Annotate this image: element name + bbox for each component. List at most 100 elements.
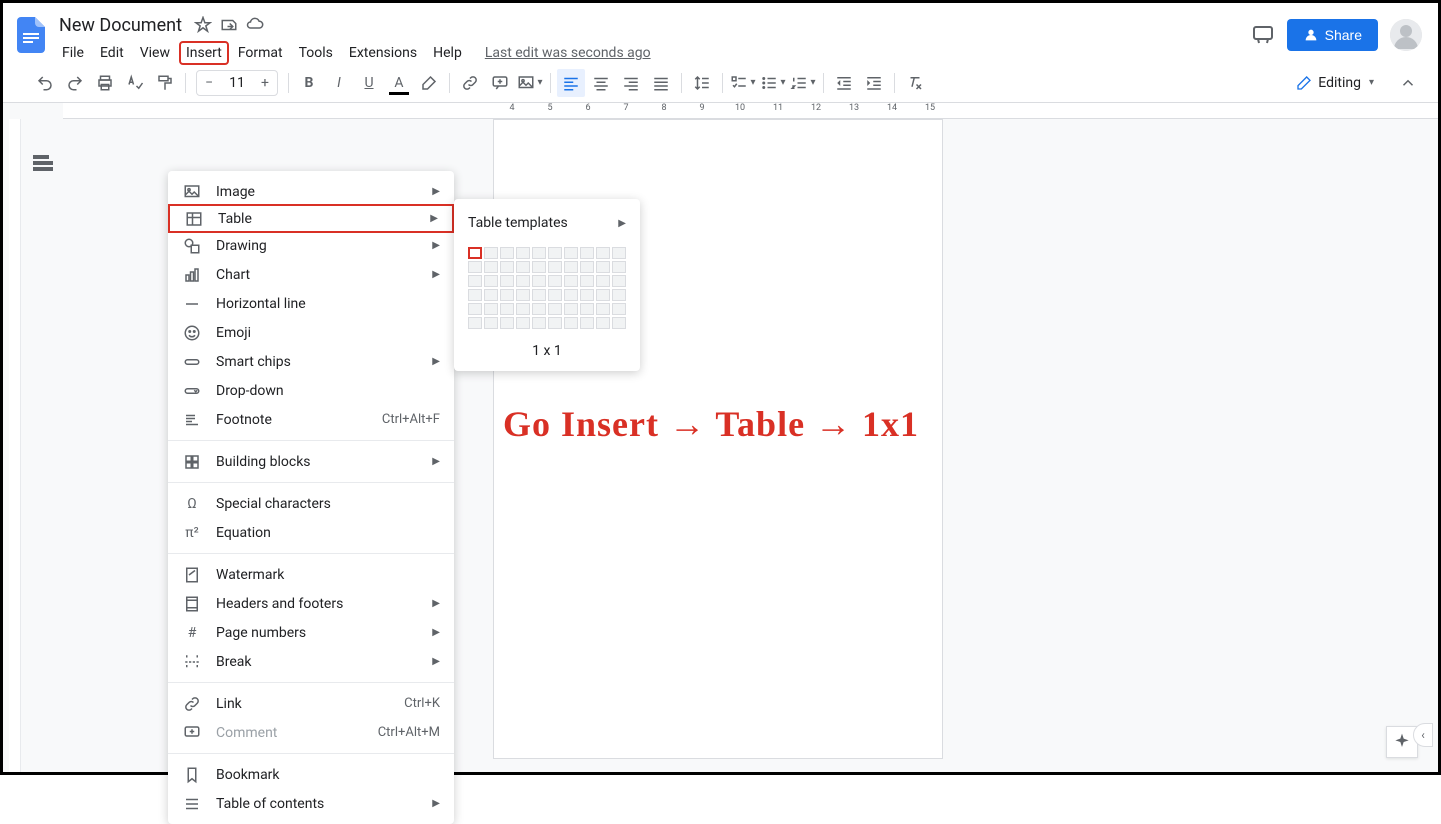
share-button[interactable]: Share [1287,19,1378,51]
table-grid-cell[interactable] [468,317,482,329]
table-grid-cell[interactable] [484,289,498,301]
table-grid-cell[interactable] [564,247,578,259]
italic-button[interactable]: I [325,69,353,97]
table-grid-cell[interactable] [500,303,514,315]
doc-title[interactable]: New Document [55,13,186,38]
menu-tools[interactable]: Tools [292,41,340,65]
checklist-button[interactable]: ▾ [729,69,757,97]
insert-comment-button[interactable] [486,69,514,97]
menu-watermark[interactable]: Watermark [168,560,454,589]
table-grid-cell[interactable] [612,289,626,301]
menu-view[interactable]: View [133,41,177,65]
table-grid-cell[interactable] [500,261,514,273]
table-grid-cell[interactable] [532,289,546,301]
table-grid-cell[interactable] [468,275,482,287]
table-grid-cell[interactable] [548,303,562,315]
bold-button[interactable]: B [295,69,323,97]
table-grid-cell[interactable] [564,317,578,329]
align-left-button[interactable] [557,69,585,97]
table-grid-cell[interactable] [516,247,530,259]
table-grid-cell[interactable] [612,261,626,273]
menu-insert[interactable]: Insert [179,41,229,65]
underline-button[interactable]: U [355,69,383,97]
bullet-list-button[interactable]: ▾ [759,69,787,97]
table-grid-cell[interactable] [500,275,514,287]
table-grid-cell[interactable] [612,303,626,315]
menu-drop-down[interactable]: Drop-down [168,376,454,405]
menu-image[interactable]: Image▶ [168,177,454,206]
table-grid-cell[interactable] [548,289,562,301]
table-grid-cell[interactable] [612,247,626,259]
menu-page-numbers[interactable]: #Page numbers▶ [168,618,454,647]
table-grid-cell[interactable] [596,303,610,315]
table-grid-cell[interactable] [532,275,546,287]
table-grid-cell[interactable] [484,261,498,273]
menu-edit[interactable]: Edit [93,41,131,65]
table-grid-cell[interactable] [564,261,578,273]
table-size-grid[interactable] [454,239,640,337]
table-grid-cell[interactable] [612,275,626,287]
align-right-button[interactable] [617,69,645,97]
menu-table-of-contents[interactable]: Table of contents▶ [168,789,454,818]
clear-formatting-button[interactable] [901,69,929,97]
cloud-status-icon[interactable] [246,16,264,34]
menu-headers-footers[interactable]: Headers and footers▶ [168,589,454,618]
menu-smart-chips[interactable]: Smart chips▶ [168,347,454,376]
side-panel-toggle[interactable]: ‹ [1413,723,1433,747]
text-color-button[interactable]: A [385,69,413,97]
table-grid-cell[interactable] [484,275,498,287]
table-grid-cell[interactable] [548,275,562,287]
table-grid-cell[interactable] [548,261,562,273]
table-grid-cell[interactable] [468,261,482,273]
menu-help[interactable]: Help [426,41,469,65]
menu-link[interactable]: LinkCtrl+K [168,689,454,718]
highlight-color-button[interactable] [415,69,443,97]
collapse-toolbar-button[interactable] [1394,69,1422,97]
table-grid-cell[interactable] [612,317,626,329]
table-grid-cell[interactable] [580,275,594,287]
table-grid-cell[interactable] [532,247,546,259]
table-grid-cell[interactable] [484,247,498,259]
redo-button[interactable] [61,69,89,97]
font-size-value[interactable]: 11 [221,75,253,91]
last-edit-link[interactable]: Last edit was seconds ago [485,41,651,65]
comment-history-icon[interactable] [1251,23,1275,47]
move-icon[interactable] [220,16,238,34]
table-grid-cell[interactable] [500,317,514,329]
account-avatar[interactable] [1390,19,1422,51]
align-center-button[interactable] [587,69,615,97]
table-grid-cell[interactable] [516,275,530,287]
table-grid-cell[interactable] [500,247,514,259]
numbered-list-button[interactable]: ▾ [789,69,817,97]
table-grid-cell[interactable] [484,317,498,329]
table-grid-cell[interactable] [564,303,578,315]
table-grid-cell[interactable] [468,303,482,315]
print-button[interactable] [91,69,119,97]
font-size-increase[interactable]: + [253,71,277,95]
insert-image-button[interactable]: ▾ [516,69,544,97]
table-grid-cell[interactable] [532,303,546,315]
menu-format[interactable]: Format [231,41,290,65]
menu-break[interactable]: Break▶ [168,647,454,676]
table-grid-cell[interactable] [564,275,578,287]
line-spacing-button[interactable] [688,69,716,97]
table-grid-cell[interactable] [596,317,610,329]
table-grid-cell[interactable] [532,261,546,273]
menu-extensions[interactable]: Extensions [342,41,424,65]
table-grid-cell[interactable] [580,261,594,273]
table-templates-row[interactable]: Table templates ▶ [454,207,640,239]
table-grid-cell[interactable] [580,247,594,259]
spellcheck-button[interactable] [121,69,149,97]
menu-emoji[interactable]: Emoji [168,318,454,347]
table-grid-cell[interactable] [548,247,562,259]
table-grid-cell[interactable] [516,289,530,301]
align-justify-button[interactable] [647,69,675,97]
table-grid-cell[interactable] [596,261,610,273]
menu-horizontal-line[interactable]: Horizontal line [168,289,454,318]
table-grid-cell[interactable] [596,275,610,287]
table-grid-cell[interactable] [564,289,578,301]
table-grid-cell[interactable] [516,261,530,273]
table-grid-cell[interactable] [468,247,482,259]
table-grid-cell[interactable] [516,317,530,329]
table-grid-cell[interactable] [596,289,610,301]
